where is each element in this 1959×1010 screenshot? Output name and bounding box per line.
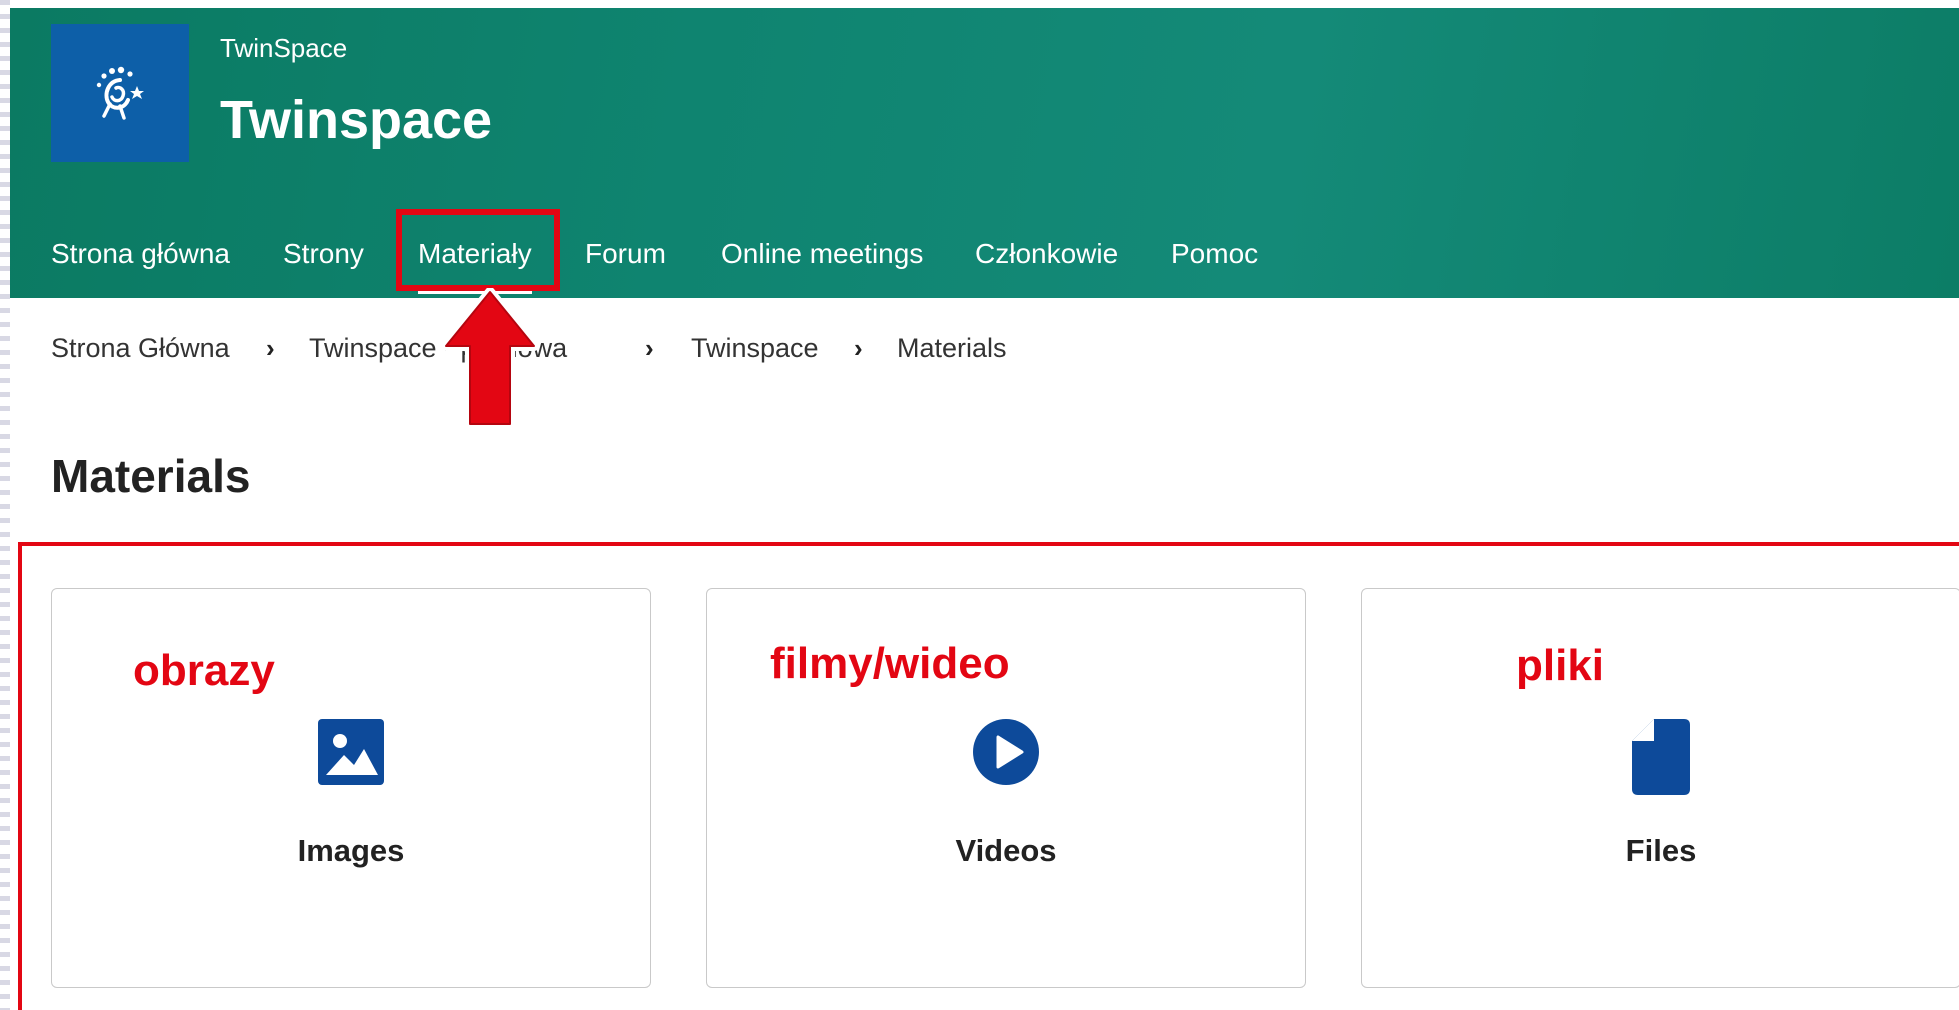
twinning-stars-logo-icon bbox=[96, 66, 144, 120]
annotation-files: pliki bbox=[1516, 641, 1605, 690]
annotation-images: obrazy bbox=[133, 646, 275, 695]
page-title: Materials bbox=[51, 450, 251, 502]
play-circle-icon bbox=[973, 719, 1039, 790]
nav-highlight-box bbox=[396, 209, 560, 291]
nav-item-czlonkowie[interactable]: Członkowie bbox=[975, 236, 1118, 272]
card-label: Files bbox=[1625, 833, 1697, 868]
nav-item-forum[interactable]: Forum bbox=[585, 236, 666, 272]
card-label: Videos bbox=[955, 833, 1057, 868]
chevron-right-icon: › bbox=[645, 333, 654, 363]
breadcrumb-item-current: Materials bbox=[897, 333, 1007, 363]
nav-item-online-meetings[interactable]: Online meetings bbox=[721, 236, 923, 272]
site-title[interactable]: Twinspace bbox=[220, 88, 492, 152]
site-logo[interactable] bbox=[51, 24, 189, 162]
site-header: TwinSpace Twinspace Strona główna Strony… bbox=[10, 8, 1959, 298]
image-icon bbox=[318, 719, 384, 790]
card-files[interactable]: Files bbox=[1361, 588, 1959, 988]
site-kicker: TwinSpace bbox=[220, 33, 348, 63]
left-edge-decoration bbox=[0, 0, 10, 1010]
breadcrumb-item-twinspace[interactable]: Twinspace bbox=[691, 330, 819, 366]
chevron-right-icon: › bbox=[854, 333, 863, 363]
nav-item-strona-glowna[interactable]: Strona główna bbox=[51, 236, 230, 272]
chevron-right-icon: › bbox=[266, 333, 275, 363]
arrow-up-icon bbox=[441, 288, 539, 428]
annotation-videos: filmy/wideo bbox=[770, 639, 1010, 688]
file-icon bbox=[1632, 719, 1690, 800]
nav-item-strony[interactable]: Strony bbox=[283, 236, 364, 272]
main-nav: Strona główna Strony Materiały Forum Onl… bbox=[10, 224, 1410, 294]
breadcrumb-item-home[interactable]: Strona Główna bbox=[51, 330, 230, 366]
card-label: Images bbox=[297, 833, 405, 868]
nav-item-pomoc[interactable]: Pomoc bbox=[1171, 236, 1258, 272]
